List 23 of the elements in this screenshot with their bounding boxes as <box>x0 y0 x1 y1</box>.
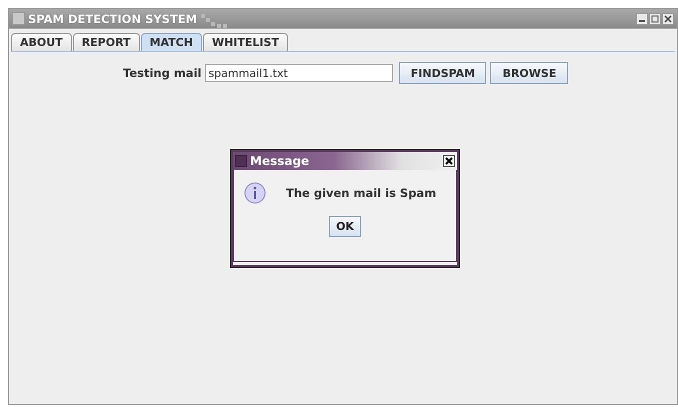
tab[interactable]: WHITELIST <box>202 33 288 51</box>
window-icon <box>235 155 247 167</box>
tab[interactable]: MATCH <box>140 33 202 51</box>
input-field[interactable]: spammail1.txt <box>205 64 394 82</box>
minimize-icon <box>639 20 645 22</box>
window-title: SPAM DETECTION SYSTEM <box>28 12 198 26</box>
close-icon <box>664 14 672 22</box>
ok-button[interactable]: OK <box>329 216 361 237</box>
close-icon <box>445 157 453 165</box>
action-button[interactable]: FINDSPAM <box>399 62 486 84</box>
minimize-button[interactable] <box>636 12 648 24</box>
tab[interactable]: REPORT <box>72 33 140 51</box>
field-label: Testing mail <box>123 66 202 80</box>
dialog-message: The given mail is Spam <box>286 186 436 200</box>
tab[interactable]: ABOUT <box>11 33 72 51</box>
action-button[interactable]: BROWSE <box>490 62 568 84</box>
dialog-title: Message <box>250 154 310 168</box>
maximize-button[interactable] <box>649 12 661 24</box>
info-icon <box>244 182 266 204</box>
close-button[interactable] <box>662 12 674 24</box>
close-button[interactable] <box>443 155 455 167</box>
maximize-icon <box>651 14 659 22</box>
window-icon <box>12 12 25 25</box>
